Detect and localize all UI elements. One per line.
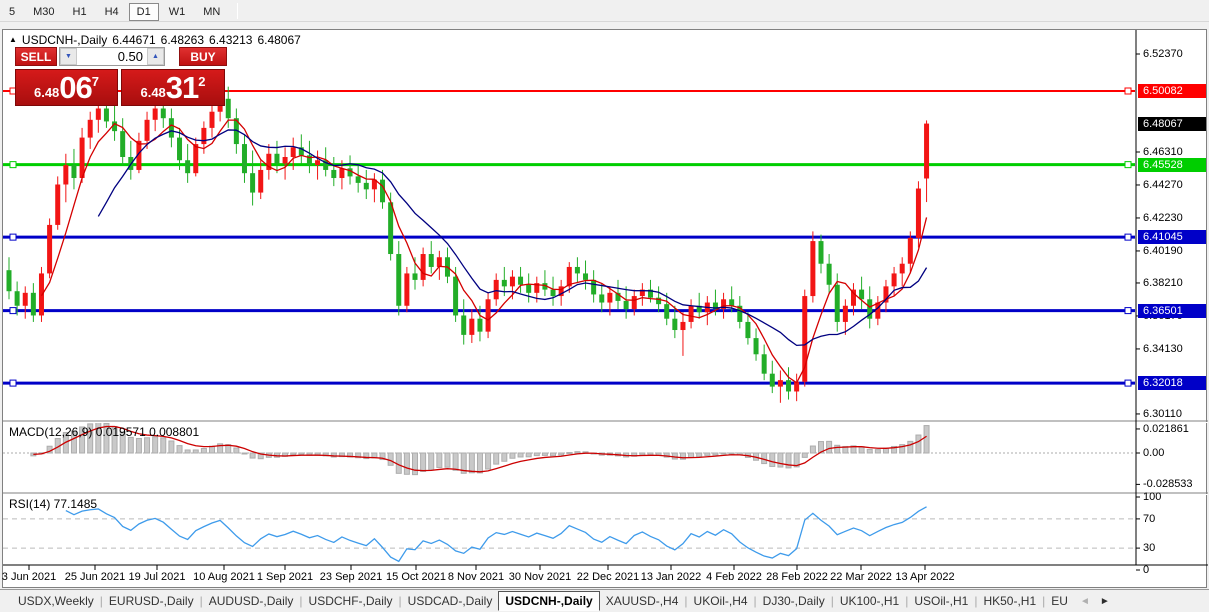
volume-stepper: ▼ ▲ (59, 47, 165, 66)
timeframe-button-h4[interactable]: H4 (97, 3, 127, 21)
sell-price-pip: 7 (92, 74, 99, 89)
tab-hk50-h1[interactable]: HK50-,H1 (977, 592, 1042, 610)
rsi-tick: 70 (1143, 513, 1155, 525)
date-tick: 13 Apr 2022 (895, 571, 954, 583)
price-tick: 6.52370 (1143, 48, 1183, 60)
date-tick: 19 Jul 2021 (129, 571, 186, 583)
ohlc-low: 6.43213 (209, 33, 252, 47)
buy-price-box[interactable]: 6.48 31 2 (121, 69, 225, 106)
timeframe-button-5[interactable]: 5 (1, 3, 23, 21)
symbol-tabs: USDX,Weekly|EURUSD-,Daily|AUDUSD-,Daily|… (12, 592, 1074, 610)
sell-button[interactable]: SELL (15, 47, 57, 66)
symbol-marker-icon: ▲ (9, 35, 17, 44)
price-tick: 6.30110 (1143, 408, 1182, 420)
price-tick: 6.34130 (1143, 343, 1183, 355)
buy-price-prefix: 6.48 (140, 85, 165, 100)
level-price-badge: 6.41045 (1138, 230, 1206, 244)
macd-tick: -0.028533 (1143, 478, 1193, 490)
buy-button[interactable]: BUY (179, 47, 227, 66)
one-click-trading-panel: SELL ▼ ▲ BUY 6.48 06 7 6.48 31 2 (15, 47, 229, 106)
date-tick: 8 Nov 2021 (448, 571, 504, 583)
price-tick: 6.42230 (1143, 212, 1183, 224)
tab-scroll-arrows: ◄ ► (1080, 596, 1110, 607)
chart-window: ▲ USDCNH-,Daily 6.44671 6.48263 6.43213 … (2, 29, 1207, 588)
timeframe-button-d1[interactable]: D1 (129, 3, 159, 21)
volume-increase-icon[interactable]: ▲ (147, 48, 164, 65)
level-price-badge: 6.32018 (1138, 376, 1206, 390)
macd-tick: 0.021861 (1143, 423, 1189, 435)
date-tick: 23 Sep 2021 (320, 571, 382, 583)
buy-price-pip: 2 (198, 74, 205, 89)
date-tick: 15 Oct 2021 (386, 571, 446, 583)
ohlc-close: 6.48067 (257, 33, 300, 47)
current-price-badge: 6.48067 (1138, 117, 1206, 131)
symbol-title: USDCNH-,Daily (22, 33, 107, 47)
volume-decrease-icon[interactable]: ▼ (60, 48, 77, 65)
tab-dj30-daily[interactable]: DJ30-,Daily (757, 592, 831, 610)
timeframe-button-w1[interactable]: W1 (161, 3, 194, 21)
tab-usdx-weekly[interactable]: USDX,Weekly (12, 592, 100, 610)
tab-audusd-daily[interactable]: AUDUSD-,Daily (203, 592, 300, 610)
rsi-tick: 100 (1143, 491, 1161, 503)
chart-title: ▲ USDCNH-,Daily 6.44671 6.48263 6.43213 … (9, 33, 301, 47)
tab-uk100-h1[interactable]: UK100-,H1 (834, 592, 905, 610)
buy-price-main: 31 (166, 73, 198, 103)
rsi-tick: 0 (1143, 564, 1149, 576)
price-chart-canvas[interactable] (3, 30, 1208, 589)
symbol-tab-bar: USDX,Weekly|EURUSD-,Daily|AUDUSD-,Daily|… (0, 589, 1209, 612)
price-tick: 6.40190 (1143, 245, 1183, 257)
date-tick: 28 Feb 2022 (766, 571, 828, 583)
date-tick: 4 Feb 2022 (706, 571, 762, 583)
tab-usdcad-daily[interactable]: USDCAD-,Daily (402, 592, 499, 610)
tab-ukoil-h4[interactable]: UKOil-,H4 (688, 592, 754, 610)
level-price-badge: 6.50082 (1138, 84, 1206, 98)
sell-price-prefix: 6.48 (34, 85, 59, 100)
ohlc-high: 6.48263 (161, 33, 204, 47)
timeframe-buttons: 5M30H1H4D1W1MN (0, 2, 229, 20)
timeframe-button-mn[interactable]: MN (195, 3, 228, 21)
price-tick: 6.44270 (1143, 179, 1183, 191)
scroll-left-icon[interactable]: ◄ (1080, 596, 1090, 607)
ohlc-open: 6.44671 (112, 33, 155, 47)
rsi-tick: 30 (1143, 542, 1155, 554)
date-tick: 25 Jun 2021 (65, 571, 126, 583)
price-tick: 6.46310 (1143, 146, 1183, 158)
sell-price-main: 06 (59, 73, 91, 103)
date-tick: 22 Mar 2022 (830, 571, 892, 583)
tab-usdcnh-daily[interactable]: USDCNH-,Daily (498, 591, 599, 611)
date-tick: 30 Nov 2021 (509, 571, 571, 583)
tab-eurusd-daily[interactable]: EURUSD-,Daily (103, 592, 200, 610)
level-price-badge: 6.45528 (1138, 158, 1206, 172)
macd-indicator-label: MACD(12,26,9) 0.019571 0.008801 (9, 425, 199, 439)
toolbar-separator (237, 3, 238, 19)
timeframe-button-m30[interactable]: M30 (25, 3, 62, 21)
price-tick: 6.38210 (1143, 277, 1183, 289)
tab-xauusd-h4[interactable]: XAUUSD-,H4 (600, 592, 685, 610)
tab-usdchf-daily[interactable]: USDCHF-,Daily (303, 592, 399, 610)
timeframe-button-h1[interactable]: H1 (65, 3, 95, 21)
date-tick: 13 Jan 2022 (641, 571, 702, 583)
date-tick: 3 Jun 2021 (2, 571, 56, 583)
rsi-indicator-label: RSI(14) 77.1485 (9, 497, 97, 511)
date-tick: 1 Sep 2021 (257, 571, 313, 583)
scroll-right-icon[interactable]: ► (1100, 596, 1110, 607)
timeframe-toolbar: 5M30H1H4D1W1MN (0, 0, 1209, 22)
sell-price-box[interactable]: 6.48 06 7 (15, 69, 118, 106)
level-price-badge: 6.36501 (1138, 304, 1206, 318)
tab-usoil-h1[interactable]: USOil-,H1 (908, 592, 974, 610)
macd-tick: 0.00 (1143, 447, 1164, 459)
tab-eu[interactable]: EU (1045, 592, 1074, 610)
date-tick: 22 Dec 2021 (577, 571, 639, 583)
date-tick: 10 Aug 2021 (193, 571, 255, 583)
volume-input[interactable] (77, 48, 147, 65)
